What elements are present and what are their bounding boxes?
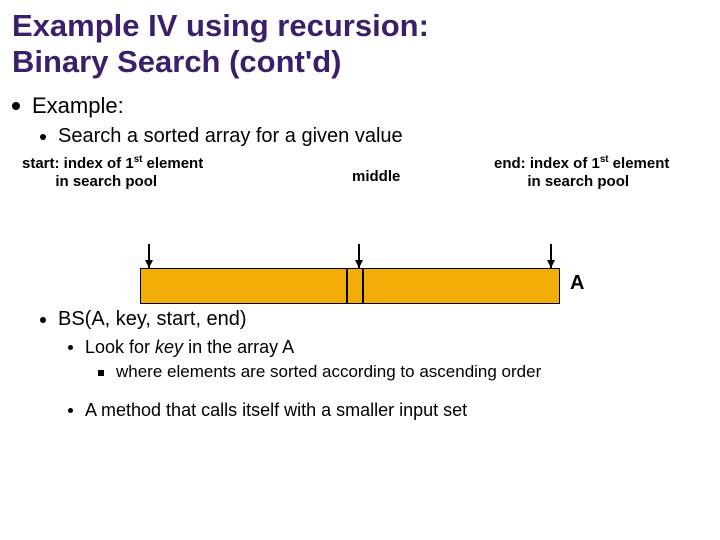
bullet-calls-itself-text: A method that calls itself with a smalle…: [85, 400, 467, 421]
middle-label: middle: [352, 168, 400, 185]
bullet-dot-icon: [40, 134, 46, 140]
bullet-look-for-key: Look for key in the array A: [68, 337, 708, 358]
start-label: start: index of 1st element in search po…: [22, 154, 232, 191]
bullet-sorted-ascending: where elements are sorted according to a…: [98, 362, 708, 382]
bullet-dot-icon: [68, 408, 73, 413]
arrowhead-middle-icon: [355, 260, 363, 268]
array-rect: [140, 268, 560, 304]
array-label-A: A: [570, 272, 584, 295]
array-divider: [346, 268, 348, 304]
bullet-dot-icon: [40, 317, 46, 323]
pointer-labels-row: start: index of 1st element in search po…: [12, 154, 708, 208]
bullet-search-sorted-text: Search a sorted array for a given value: [58, 125, 403, 148]
arrowhead-start-icon: [145, 260, 153, 268]
bullet-dot-icon: [68, 345, 73, 350]
bullet-example-text: Example:: [32, 93, 124, 119]
bullet-square-icon: [98, 370, 104, 376]
array-diagram: [140, 268, 560, 304]
bullet-search-sorted: Search a sorted array for a given value: [40, 125, 708, 148]
arrowhead-end-icon: [547, 260, 555, 268]
bullet-calls-itself: A method that calls itself with a smalle…: [68, 400, 708, 421]
bullet-bs: BS(A, key, start, end): [40, 308, 708, 331]
lower-bullets: BS(A, key, start, end) Look for key in t…: [12, 308, 708, 421]
bullet-bs-text: BS(A, key, start, end): [58, 308, 247, 331]
bullet-sorted-ascending-text: where elements are sorted according to a…: [116, 362, 541, 382]
bullet-look-for-key-text: Look for key in the array A: [85, 337, 294, 358]
bullet-dot-icon: [12, 102, 20, 110]
end-label: end: index of 1st element in search pool: [494, 154, 694, 191]
slide-title: Example IV using recursion: Binary Searc…: [12, 8, 708, 79]
bullet-example: Example:: [12, 93, 708, 119]
array-divider: [362, 268, 364, 304]
title-line1: Example IV using recursion:: [12, 8, 429, 43]
title-line2: Binary Search (cont'd): [12, 44, 342, 79]
